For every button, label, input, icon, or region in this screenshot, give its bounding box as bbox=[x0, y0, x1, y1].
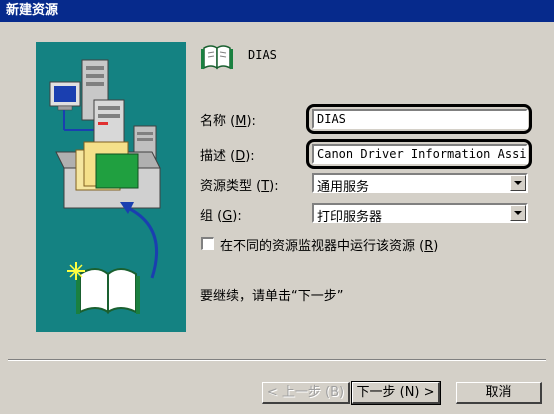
resource-type-value: 通用服务 bbox=[317, 180, 370, 195]
next-button[interactable]: 下一步 (N) > bbox=[351, 381, 441, 405]
description-label: 描述 (D): bbox=[200, 149, 255, 164]
separate-monitor-label[interactable]: 在不同的资源监视器中运行该资源 (R) bbox=[220, 235, 438, 254]
wizard-illustration-panel bbox=[36, 42, 186, 332]
name-label: 名称 (M): bbox=[200, 114, 256, 129]
book-icon bbox=[200, 42, 236, 76]
description-field[interactable]: Canon Driver Information Assi: bbox=[312, 144, 528, 164]
back-button[interactable]: < 上一步 (B) bbox=[262, 382, 350, 404]
chevron-down-icon[interactable] bbox=[510, 205, 526, 221]
group-label: 组 (G): bbox=[200, 209, 242, 224]
server-folder-illustration bbox=[49, 59, 161, 314]
name-field[interactable]: DIAS bbox=[312, 109, 528, 129]
instruction-text: 要继续，请单击“下一步” bbox=[200, 289, 344, 304]
group-value: 打印服务器 bbox=[317, 210, 383, 225]
chevron-down-icon[interactable] bbox=[510, 175, 526, 191]
divider bbox=[8, 359, 546, 361]
resource-type-select[interactable]: 通用服务 bbox=[312, 173, 528, 195]
resource-name-heading: DIAS bbox=[248, 48, 277, 62]
separate-monitor-checkbox[interactable] bbox=[201, 237, 214, 250]
book-icon bbox=[76, 268, 140, 314]
window-title: 新建资源 bbox=[0, 0, 554, 22]
cancel-button[interactable]: 取消 bbox=[456, 382, 542, 404]
group-select[interactable]: 打印服务器 bbox=[312, 203, 528, 225]
resource-type-label: 资源类型 (T): bbox=[200, 179, 279, 194]
